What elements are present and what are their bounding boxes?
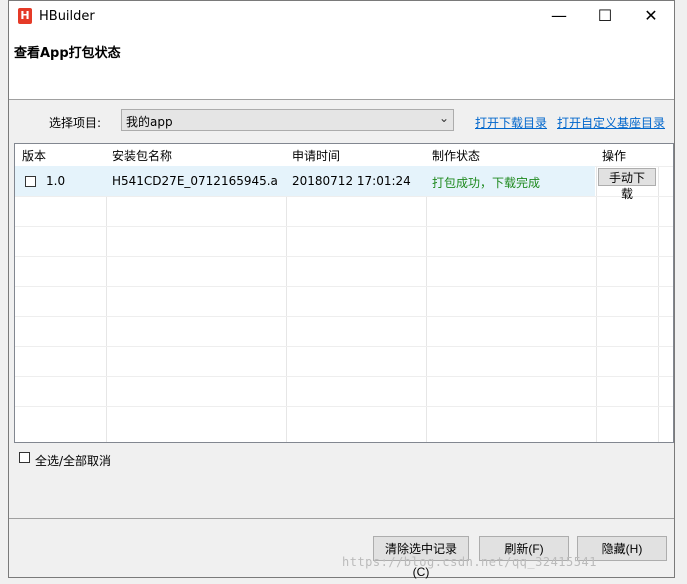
header-version[interactable]: 版本 bbox=[22, 147, 46, 164]
maximize-button[interactable]: ☐ bbox=[582, 1, 628, 31]
cell-version: 1.0 bbox=[46, 174, 66, 188]
grid-line bbox=[15, 406, 673, 407]
grid-line bbox=[15, 256, 673, 257]
open-custom-base-dir-link[interactable]: 打开自定义基座目录 bbox=[557, 114, 665, 131]
grid-line bbox=[15, 316, 673, 317]
project-label: 选择项目: bbox=[49, 116, 102, 130]
title-bar: H HBuilder — ☐ ✕ bbox=[9, 1, 674, 31]
close-button[interactable]: ✕ bbox=[628, 1, 674, 31]
chevron-down-icon: ⌄ bbox=[438, 111, 449, 125]
grid-line bbox=[596, 144, 597, 442]
dialog-header: 查看App打包状态 bbox=[9, 31, 674, 100]
grid-line bbox=[15, 286, 673, 287]
project-select[interactable]: 我的app ⌄ bbox=[121, 109, 454, 131]
header-action[interactable]: 操作 bbox=[602, 147, 626, 164]
manual-download-button[interactable]: 手动下载 bbox=[598, 168, 656, 201]
grid-line bbox=[658, 144, 659, 442]
package-table: 版本 安装包名称 申请时间 制作状态 操作 1.0 H541CD27E_0712… bbox=[14, 143, 674, 443]
cell-status: 打包成功，下载完成 bbox=[432, 176, 541, 190]
select-all-checkbox[interactable] bbox=[19, 452, 30, 463]
window-title: HBuilder bbox=[39, 9, 95, 24]
row-checkbox[interactable] bbox=[25, 176, 36, 187]
hbuilder-logo-icon: H bbox=[18, 8, 32, 24]
project-select-value: 我的app bbox=[126, 115, 173, 129]
table-header: 版本 安装包名称 申请时间 制作状态 操作 bbox=[15, 144, 673, 166]
select-all-label[interactable]: 全选/全部取消 bbox=[35, 452, 111, 469]
cell-request-time: 20180712 17:01:24 bbox=[292, 174, 411, 188]
header-package-name[interactable]: 安装包名称 bbox=[112, 147, 172, 164]
minimize-button[interactable]: — bbox=[536, 1, 582, 31]
background-app-left bbox=[0, 0, 8, 584]
background-app-bottom bbox=[0, 578, 687, 584]
grid-line bbox=[15, 346, 673, 347]
cell-package-name: H541CD27E_0712165945.a bbox=[112, 174, 278, 188]
grid-line bbox=[15, 226, 673, 227]
grid-line bbox=[15, 376, 673, 377]
open-download-dir-link[interactable]: 打开下载目录 bbox=[475, 114, 547, 131]
header-status[interactable]: 制作状态 bbox=[432, 147, 480, 164]
page-title: 查看App打包状态 bbox=[14, 46, 121, 61]
dialog-window: H HBuilder — ☐ ✕ 查看App打包状态 选择项目: 我的app ⌄… bbox=[8, 0, 675, 579]
header-request-time[interactable]: 申请时间 bbox=[292, 147, 340, 164]
watermark: https://blog.csdn.net/qq_32415541 bbox=[342, 555, 597, 569]
grid-line bbox=[15, 196, 673, 197]
background-app-right bbox=[675, 0, 687, 584]
dialog-body: 选择项目: 我的app ⌄ 打开下载目录 打开自定义基座目录 版本 安装包名称 … bbox=[9, 100, 674, 518]
